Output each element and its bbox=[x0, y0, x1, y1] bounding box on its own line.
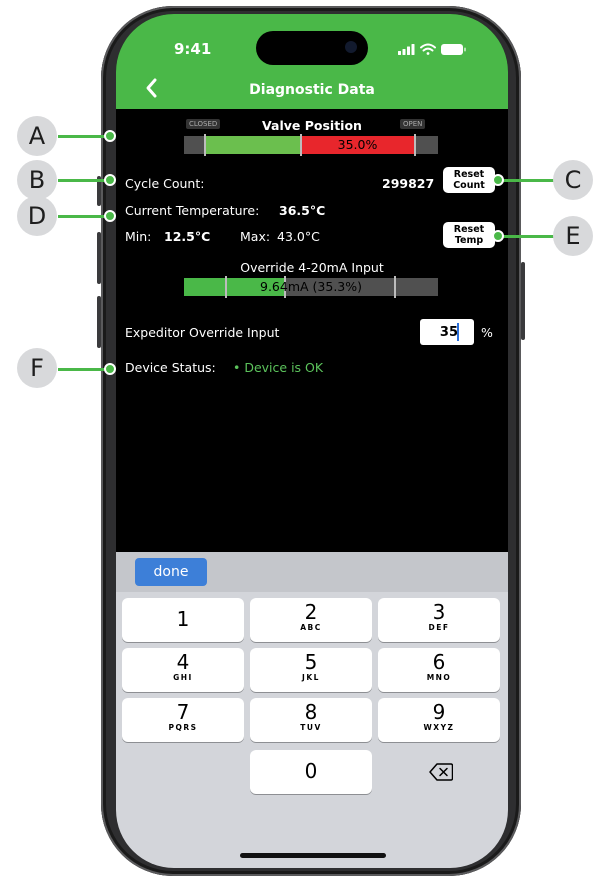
valve-closed-limit-tick bbox=[204, 134, 206, 156]
callout-f-dot bbox=[104, 363, 116, 375]
callout-f-line bbox=[58, 368, 110, 371]
valve-position-title: Valve Position bbox=[262, 118, 362, 133]
current-temperature-value: 36.5°C bbox=[279, 203, 326, 218]
key-number: 2 bbox=[304, 600, 318, 624]
key-number: 4 bbox=[176, 650, 190, 674]
expeditor-unit: % bbox=[481, 325, 493, 340]
wifi-icon bbox=[420, 43, 436, 55]
reset-temp-label-1: Reset bbox=[453, 224, 485, 235]
callout-c-dot bbox=[492, 174, 504, 186]
key-2[interactable]: 2 ABC bbox=[250, 598, 372, 642]
key-4[interactable]: 4 GHI bbox=[122, 648, 244, 692]
key-letters: MNO bbox=[426, 673, 452, 682]
callout-c-line bbox=[497, 179, 555, 182]
key-letters: DEF bbox=[428, 623, 450, 632]
power-button bbox=[521, 262, 525, 340]
home-indicator[interactable] bbox=[240, 853, 386, 858]
callout-b-badge: B bbox=[17, 160, 57, 200]
callout-c-badge: C bbox=[553, 160, 593, 200]
key-number: 1 bbox=[176, 607, 190, 631]
callout-b-line bbox=[58, 179, 110, 182]
key-number: 3 bbox=[432, 600, 446, 624]
reset-count-button[interactable]: Reset Count bbox=[443, 167, 495, 193]
callout-b-dot bbox=[104, 174, 116, 186]
key-5[interactable]: 5 JKL bbox=[250, 648, 372, 692]
current-temperature-label: Current Temperature: bbox=[125, 203, 260, 218]
key-letters: GHI bbox=[173, 673, 193, 682]
signal-icon bbox=[398, 44, 415, 55]
min-temperature-label: Min: bbox=[125, 229, 152, 244]
device-status-label: Device Status: bbox=[125, 360, 216, 375]
camera-icon bbox=[345, 41, 357, 53]
valve-position-value: 35.0% bbox=[337, 137, 378, 152]
callout-d-dot bbox=[104, 210, 116, 222]
volume-down-button bbox=[97, 296, 101, 348]
key-number: 7 bbox=[176, 700, 190, 724]
callout-d-line bbox=[58, 215, 110, 218]
phone-screen: 9:41 Diagnostic Data CLOSED Valve Positi… bbox=[116, 14, 508, 868]
key-9[interactable]: 9 WXYZ bbox=[378, 698, 500, 742]
expeditor-override-label: Expeditor Override Input bbox=[125, 325, 280, 340]
key-letters: WXYZ bbox=[423, 723, 455, 732]
key-8[interactable]: 8 TUV bbox=[250, 698, 372, 742]
text-caret bbox=[457, 323, 459, 341]
key-letters: TUV bbox=[300, 723, 322, 732]
key-number: 6 bbox=[432, 650, 446, 674]
max-temperature-value: 43.0°C bbox=[277, 229, 320, 244]
status-time: 9:41 bbox=[174, 40, 212, 58]
reset-temp-label-2: Temp bbox=[454, 235, 484, 246]
cycle-count-label: Cycle Count: bbox=[125, 176, 205, 191]
key-letters: PQRS bbox=[168, 723, 198, 732]
key-number: 0 bbox=[304, 759, 318, 783]
reset-temp-button[interactable]: Reset Temp bbox=[443, 222, 495, 248]
cycle-count-value: 299827 bbox=[382, 176, 435, 191]
reset-count-label-2: Count bbox=[453, 180, 485, 191]
min-temperature-value: 12.5°C bbox=[164, 229, 211, 244]
device-status-value: • Device is OK bbox=[233, 360, 324, 375]
callout-f-badge: F bbox=[17, 348, 57, 388]
key-7[interactable]: 7 PQRS bbox=[122, 698, 244, 742]
status-icons bbox=[398, 43, 466, 55]
callout-e-line bbox=[497, 235, 555, 238]
reset-count-label-1: Reset bbox=[453, 169, 485, 180]
valve-open-limit-tick bbox=[414, 134, 416, 156]
key-3[interactable]: 3 DEF bbox=[378, 598, 500, 642]
key-number: 8 bbox=[304, 700, 318, 724]
battery-icon bbox=[441, 44, 466, 55]
callout-d-badge: D bbox=[17, 196, 57, 236]
backspace-icon[interactable] bbox=[429, 763, 453, 781]
key-1[interactable]: 1 bbox=[122, 598, 244, 642]
open-label: OPEN bbox=[400, 119, 426, 129]
key-letters: ABC bbox=[300, 623, 322, 632]
callout-e-dot bbox=[492, 230, 504, 242]
callout-e-badge: E bbox=[553, 216, 593, 256]
callout-a-line bbox=[58, 135, 110, 138]
override-input-title: Override 4-20mA Input bbox=[240, 260, 384, 275]
expeditor-override-input[interactable] bbox=[420, 319, 474, 345]
override-input-bar: 9.64mA (35.3%) bbox=[184, 276, 438, 298]
key-6[interactable]: 6 MNO bbox=[378, 648, 500, 692]
max-temperature-label: Max: bbox=[240, 229, 271, 244]
valve-position-bar: 35.0% bbox=[184, 134, 438, 156]
done-button[interactable]: done bbox=[135, 558, 207, 586]
key-0[interactable]: 0 bbox=[250, 750, 372, 794]
key-number: 9 bbox=[432, 700, 446, 724]
volume-up-button bbox=[97, 232, 101, 284]
callout-a-badge: A bbox=[17, 116, 57, 156]
valve-closed-segment bbox=[204, 136, 301, 154]
page-title: Diagnostic Data bbox=[249, 82, 375, 98]
key-number: 5 bbox=[304, 650, 318, 674]
override-input-value: 9.64mA (35.3%) bbox=[260, 279, 362, 294]
key-letters: JKL bbox=[302, 673, 320, 682]
callout-a-dot bbox=[104, 130, 116, 142]
